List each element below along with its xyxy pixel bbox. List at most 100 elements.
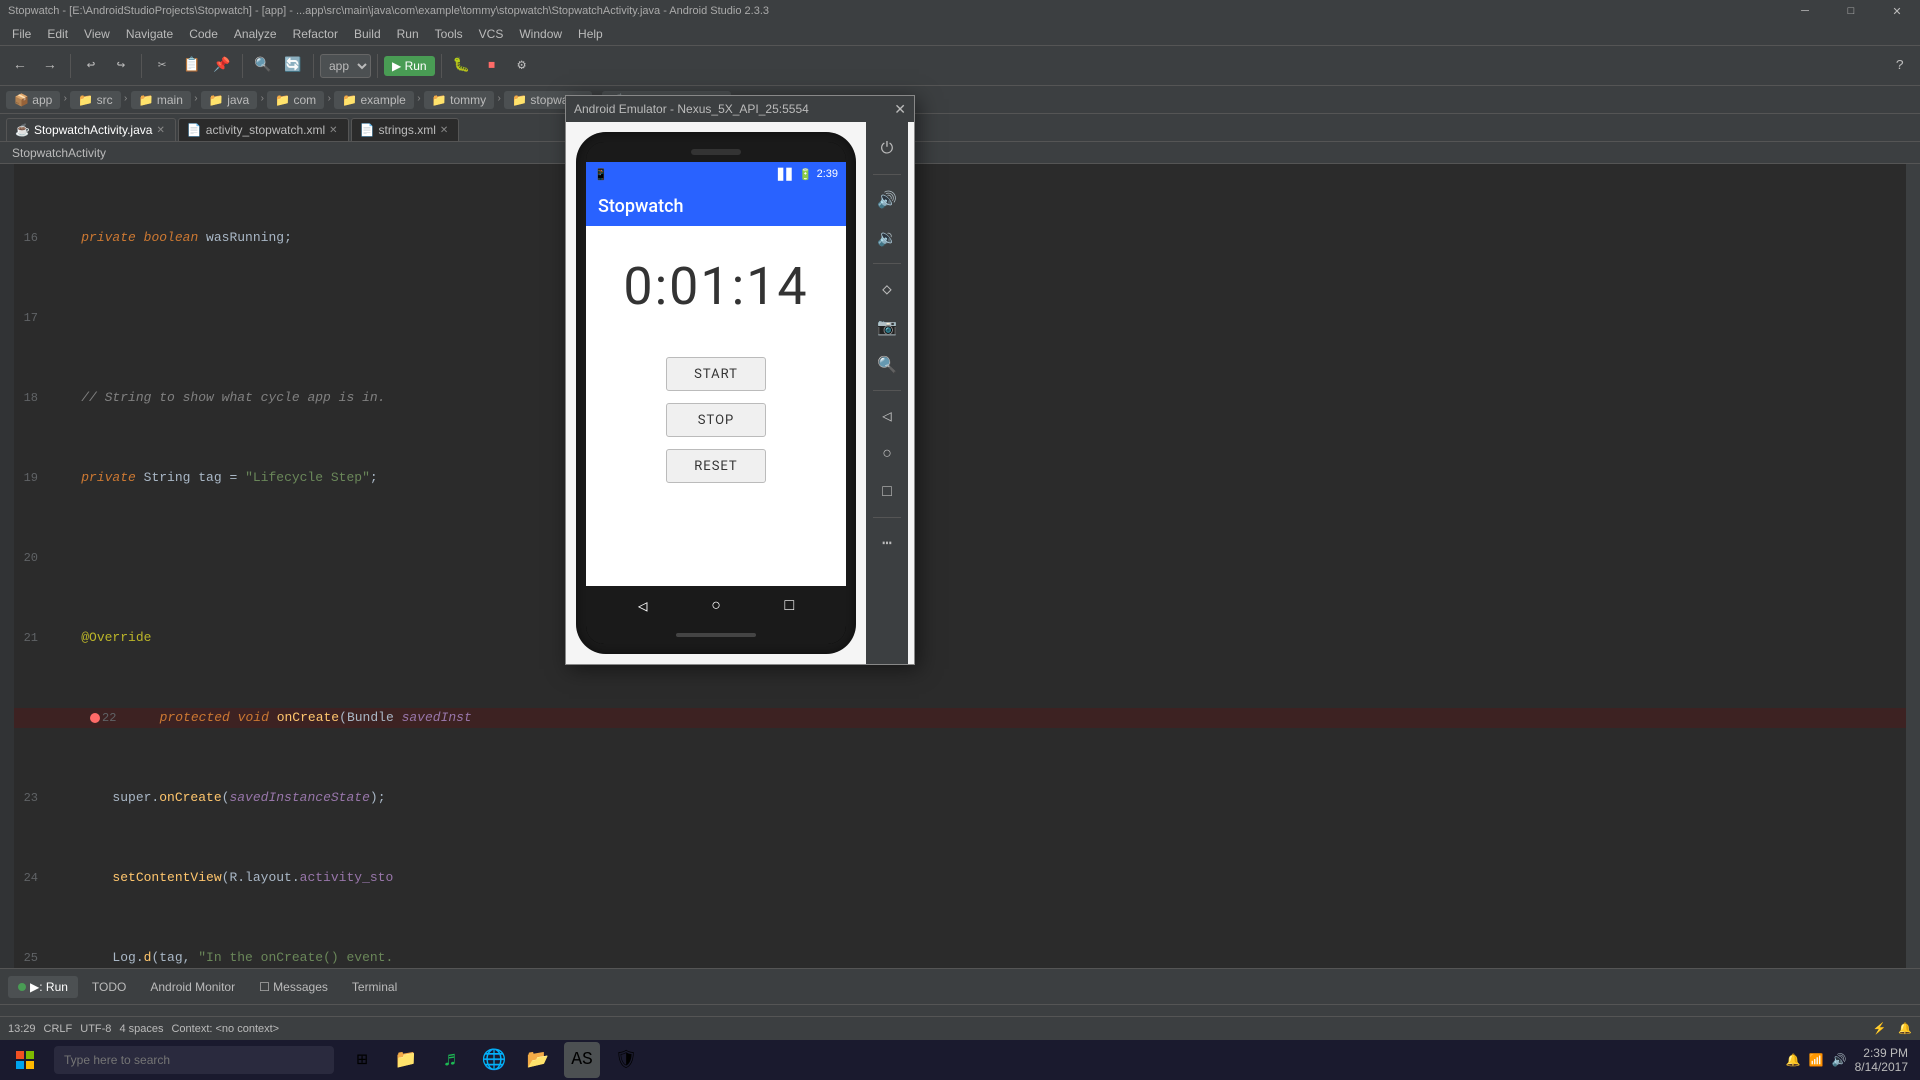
emu-power-button[interactable]: ⏻ (870, 132, 904, 166)
scroll-bar[interactable] (1906, 164, 1920, 968)
emu-zoom-button[interactable]: 🔍 (870, 348, 904, 382)
nav-java[interactable]: 📁 java (201, 91, 257, 109)
code-line-17: 17 (14, 308, 1906, 328)
status-position: 13:29 (8, 1023, 36, 1035)
toolbar-sep-4 (313, 54, 314, 78)
close-button[interactable]: ✕ (1874, 0, 1920, 22)
menu-item-run[interactable]: Run (389, 25, 427, 43)
menu-item-build[interactable]: Build (346, 25, 389, 43)
nav-tommy[interactable]: 📁 tommy (424, 91, 494, 109)
phone-stop-button[interactable]: STOP (666, 403, 766, 437)
file-tab-activity-xml[interactable]: 📄 activity_stopwatch.xml ✕ (178, 118, 349, 141)
toolbar-replace[interactable]: 🔄 (279, 52, 307, 80)
file-tab-strings-xml[interactable]: 📄 strings.xml ✕ (351, 118, 460, 141)
phone-app-bar: Stopwatch (586, 186, 846, 226)
title-bar: Stopwatch - [E:\AndroidStudioProjects\St… (0, 0, 1920, 22)
run-config-select[interactable]: app (320, 54, 371, 78)
minimize-button[interactable]: ─ (1782, 0, 1828, 22)
taskbar-spotify[interactable]: ♬ (432, 1042, 468, 1078)
menu-item-file[interactable]: File (4, 25, 39, 43)
restore-button[interactable]: □ (1828, 0, 1874, 22)
taskbar-chrome[interactable]: 🌐 (476, 1042, 512, 1078)
phone-back-button[interactable]: ◁ (638, 596, 648, 616)
menu-item-vcs[interactable]: VCS (471, 25, 512, 43)
toolbar-search[interactable]: 🔍 (249, 52, 277, 80)
toolbar-settings[interactable]: ⚙ (508, 52, 536, 80)
phone-start-button[interactable]: START (666, 357, 766, 391)
toolbar-sep-2 (141, 54, 142, 78)
toolbar-sep-6 (441, 54, 442, 78)
code-line-18: 18 // String to show what cycle app is i… (14, 388, 1906, 408)
status-notification: 🔔 (1898, 1022, 1912, 1035)
file-tab-close-2[interactable]: ✕ (329, 125, 337, 136)
menu-bar: FileEditViewNavigateCodeAnalyzeRefactorB… (0, 22, 1920, 46)
nav-example[interactable]: 📁 example (334, 91, 414, 109)
phone-battery-icon: 🔋 (799, 168, 813, 181)
toolbar-sep-5 (377, 54, 378, 78)
taskbar-glyph[interactable]: 🛡 (608, 1042, 644, 1078)
phone-home-button[interactable]: ○ (711, 597, 721, 615)
taskbar: ⊞ 📁 ♬ 🌐 📂 AS 🛡 🔔 📶 🔊 2:39 PM 8/14/2017 (0, 1040, 1920, 1080)
menu-item-refactor[interactable]: Refactor (285, 25, 346, 43)
file-tab-close-1[interactable]: ✕ (156, 125, 164, 136)
bottom-tab-run[interactable]: ▶: Run (8, 976, 78, 998)
emu-home-button[interactable]: ○ (870, 437, 904, 471)
taskbar-start-button[interactable] (0, 1040, 50, 1080)
nav-arrow-1: › (62, 94, 68, 105)
code-line-22: 22 protected void onCreate(Bundle savedI… (14, 708, 1906, 728)
emu-rotate-button[interactable]: ◇ (870, 272, 904, 306)
emu-square-button[interactable]: □ (870, 475, 904, 509)
toolbar-undo[interactable]: ↩ (77, 52, 105, 80)
phone-status-icon: 📱 (594, 168, 608, 181)
emu-back-button[interactable]: ◁ (870, 399, 904, 433)
bottom-tab-todo[interactable]: TODO (82, 976, 136, 998)
menu-item-window[interactable]: Window (511, 25, 570, 43)
menu-item-tools[interactable]: Tools (427, 25, 471, 43)
toolbar-paste[interactable]: 📌 (208, 52, 236, 80)
bottom-tab-android-monitor[interactable]: Android Monitor (140, 976, 245, 998)
phone-recents-button[interactable]: □ (785, 597, 795, 615)
code-line-23: 23 super.onCreate(savedInstanceState); (14, 788, 1906, 808)
menu-item-analyze[interactable]: Analyze (226, 25, 285, 43)
nav-com[interactable]: 📁 com (267, 91, 324, 109)
menu-item-help[interactable]: Help (570, 25, 611, 43)
bottom-tab-terminal[interactable]: Terminal (342, 976, 407, 998)
taskbar-file-explorer[interactable]: 📁 (388, 1042, 424, 1078)
emu-screenshot-button[interactable]: 📷 (870, 310, 904, 344)
menu-item-view[interactable]: View (76, 25, 118, 43)
bottom-tab-run-label: ▶: Run (30, 980, 68, 994)
nav-src[interactable]: 📁 src (70, 91, 120, 109)
toolbar-redo[interactable]: ↪ (107, 52, 135, 80)
toolbar-copy[interactable]: 📋 (178, 52, 206, 80)
code-line-24: 24 setContentView(R.layout.activity_sto (14, 868, 1906, 888)
nav-arrow-7: › (496, 94, 502, 105)
run-button[interactable]: ▶ Run (384, 56, 435, 76)
menu-item-navigate[interactable]: Navigate (118, 25, 181, 43)
nav-app[interactable]: 📦 app (6, 91, 60, 109)
toolbar-back[interactable]: ← (6, 52, 34, 80)
bottom-tab-messages[interactable]: ☐ Messages (249, 976, 338, 998)
taskbar-datetime[interactable]: 2:39 PM 8/14/2017 (1855, 1046, 1908, 1074)
toolbar-stop[interactable]: ⏹ (478, 52, 506, 80)
taskbar-folder[interactable]: 📂 (520, 1042, 556, 1078)
toolbar-debug[interactable]: 🐛 (448, 52, 476, 80)
toolbar-forward[interactable]: → (36, 52, 64, 80)
emulator-close-button[interactable]: ✕ (894, 101, 906, 118)
toolbar-help[interactable]: ? (1886, 52, 1914, 80)
code-line-16: 16 private boolean wasRunning; (14, 228, 1906, 248)
file-tab-stopwatchactivity[interactable]: ☕ StopwatchActivity.java ✕ (6, 118, 176, 141)
taskbar-task-view[interactable]: ⊞ (344, 1042, 380, 1078)
nav-main[interactable]: 📁 main (131, 91, 191, 109)
emu-more-button[interactable]: ⋯ (870, 526, 904, 560)
menu-item-code[interactable]: Code (181, 25, 226, 43)
phone-reset-button[interactable]: RESET (666, 449, 766, 483)
toolbar-cut[interactable]: ✂ (148, 52, 176, 80)
emu-volume-up-button[interactable]: 🔊 (870, 183, 904, 217)
file-tab-close-3[interactable]: ✕ (440, 125, 448, 136)
taskbar-search-input[interactable] (54, 1046, 334, 1074)
emu-volume-down-button[interactable]: 🔉 (870, 221, 904, 255)
menu-item-edit[interactable]: Edit (39, 25, 76, 43)
taskbar-studio[interactable]: AS (564, 1042, 600, 1078)
nav-arrow-2: › (123, 94, 129, 105)
code-editor[interactable]: 16 private boolean wasRunning; 17 18 // … (14, 164, 1906, 968)
